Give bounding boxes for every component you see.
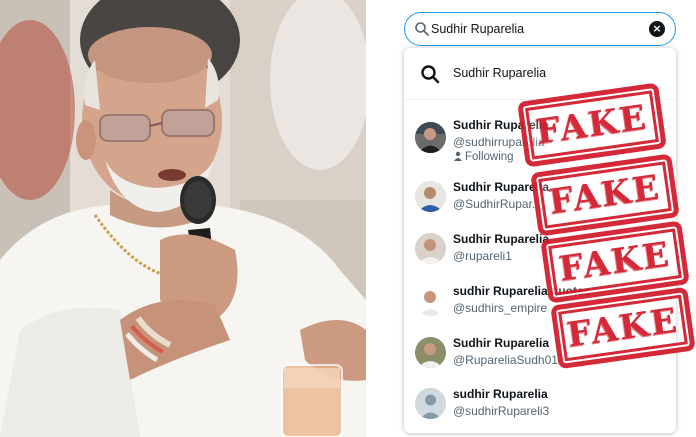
avatar xyxy=(415,181,446,212)
search-input[interactable] xyxy=(431,18,641,40)
avatar xyxy=(415,122,446,153)
result-handle: @rupareli1 xyxy=(453,249,512,263)
result-handle: @RupareliaSudh01 xyxy=(453,353,558,367)
speaker-photo xyxy=(0,0,366,437)
speaker-photo-illustration xyxy=(0,0,366,437)
result-name: sudhir Ruparelia xyxy=(453,387,548,401)
query-suggestion-text: Sudhir Ruparelia xyxy=(453,66,547,80)
search-icon xyxy=(415,22,429,36)
search-icon xyxy=(421,65,440,84)
avatar xyxy=(415,337,446,368)
following-label: Following xyxy=(465,151,514,163)
result-handle: @SudhirRupar... xyxy=(453,197,542,211)
avatar xyxy=(415,233,446,264)
search-bar[interactable]: × xyxy=(404,12,676,46)
result-name: Sudhir Ruparelia xyxy=(453,336,550,350)
avatar xyxy=(415,285,446,316)
following-status: Following xyxy=(453,151,514,163)
close-icon[interactable]: × xyxy=(649,21,665,37)
list-item[interactable]: sudhir Ruparelia @sudhirRupareli3 xyxy=(404,379,676,430)
result-name: Sudhir Ruparelia xyxy=(453,232,550,246)
result-handle: @sudhirs_empire xyxy=(453,301,548,315)
person-icon xyxy=(454,151,462,161)
default-avatar-icon xyxy=(415,388,446,419)
result-handle: @sudhirRupareli3 xyxy=(453,404,550,418)
search-panel: × Sudhir Ruparelia Sudhir Ruparelia @sud… xyxy=(366,0,696,437)
